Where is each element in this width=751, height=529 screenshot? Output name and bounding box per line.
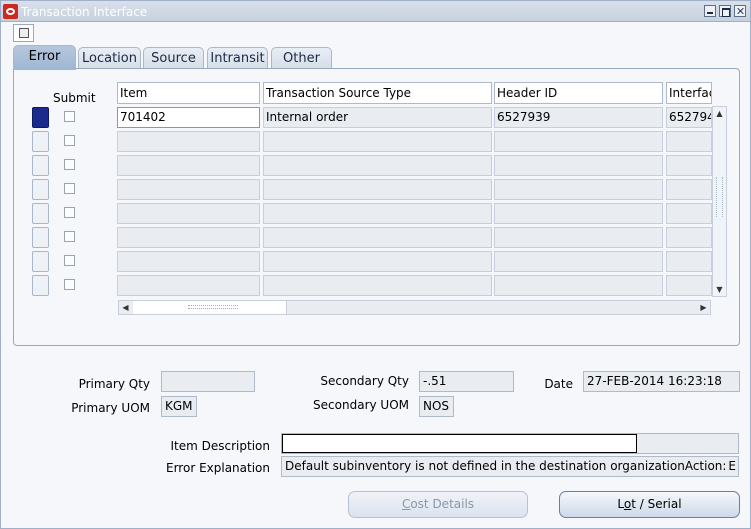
header-id-cell[interactable] xyxy=(494,251,663,272)
tab-location[interactable]: Location xyxy=(78,47,141,69)
secondary-qty-field[interactable]: -.51 xyxy=(419,371,514,392)
row-selector[interactable] xyxy=(32,203,49,224)
submit-checkbox[interactable] xyxy=(64,255,75,266)
interface-id-cell[interactable] xyxy=(666,203,712,224)
grip-icon xyxy=(188,305,238,309)
interface-id-cell[interactable] xyxy=(666,131,712,152)
scroll-thumb[interactable] xyxy=(716,177,723,217)
primary-uom-field[interactable]: KGM xyxy=(161,396,197,417)
horizontal-scrollbar[interactable]: ◀ ▶ xyxy=(118,300,711,315)
date-field[interactable]: 27-FEB-2014 16:23:18 xyxy=(583,371,740,392)
source-type-cell[interactable] xyxy=(263,155,492,176)
primary-qty-field[interactable] xyxy=(161,371,255,392)
interface-id-cell[interactable] xyxy=(666,275,712,296)
row-selector[interactable] xyxy=(32,179,49,200)
row-selector[interactable] xyxy=(32,131,49,152)
interface-id-cell[interactable] xyxy=(666,227,712,248)
scroll-thumb[interactable] xyxy=(133,301,287,314)
header-id-cell[interactable] xyxy=(494,179,663,200)
lot-serial-label-post: t / Serial xyxy=(631,497,682,511)
interface-id-cell[interactable]: 6527942 xyxy=(666,107,712,128)
scroll-left-icon[interactable]: ◀ xyxy=(119,301,132,314)
title-bar[interactable]: Transaction Interface xyxy=(1,1,750,22)
item-description-field[interactable] xyxy=(281,433,739,454)
error-explanation-field[interactable]: Default subinventory is not defined in t… xyxy=(281,456,739,477)
submit-checkbox[interactable] xyxy=(64,111,75,122)
submit-column-header: Submit xyxy=(53,91,96,105)
source-type-cell[interactable]: Internal order xyxy=(263,107,492,128)
item-cell[interactable] xyxy=(117,179,260,200)
row-selector[interactable] xyxy=(32,227,49,248)
item-cell[interactable] xyxy=(117,155,260,176)
item-cell[interactable] xyxy=(117,131,260,152)
error-explanation-label: Error Explanation xyxy=(166,461,270,475)
interface-id-cell[interactable] xyxy=(666,251,712,272)
submit-checkbox[interactable] xyxy=(64,135,75,146)
source-type-cell[interactable] xyxy=(263,227,492,248)
column-header-interface-id: Interfac xyxy=(666,82,712,104)
scroll-up-icon[interactable]: ▲ xyxy=(713,107,726,120)
primary-qty-label: Primary Qty xyxy=(78,377,150,391)
row-selector[interactable] xyxy=(32,275,49,296)
row-selector[interactable] xyxy=(32,107,49,128)
transaction-interface-window: Transaction Interface Error Location Sou… xyxy=(0,0,751,529)
scroll-right-icon[interactable]: ▶ xyxy=(697,301,710,314)
item-cell[interactable] xyxy=(117,275,260,296)
header-id-cell[interactable] xyxy=(494,203,663,224)
header-id-cell[interactable] xyxy=(494,275,663,296)
source-type-cell[interactable] xyxy=(263,251,492,272)
scroll-down-icon[interactable]: ▼ xyxy=(713,283,726,296)
submit-checkbox[interactable] xyxy=(64,183,75,194)
window-title: Transaction Interface xyxy=(21,5,148,19)
secondary-qty-label: Secondary Qty xyxy=(320,374,409,388)
minimize-icon[interactable] xyxy=(704,5,716,17)
date-label: Date xyxy=(544,377,573,391)
header-id-cell[interactable]: 6527939 xyxy=(494,107,663,128)
column-header-header-id: Header ID xyxy=(494,82,663,104)
error-explanation-overflow: E xyxy=(728,459,736,473)
oracle-logo-icon xyxy=(3,4,18,19)
source-type-cell[interactable] xyxy=(263,275,492,296)
source-type-cell[interactable] xyxy=(263,203,492,224)
column-header-item: Item xyxy=(117,82,260,104)
row-selector[interactable] xyxy=(32,251,49,272)
row-selector[interactable] xyxy=(32,155,49,176)
item-cell[interactable]: 701402 xyxy=(117,107,260,128)
secondary-uom-label: Secondary UOM xyxy=(313,398,409,412)
column-header-source-type: Transaction Source Type xyxy=(263,82,492,104)
secondary-uom-field[interactable]: NOS xyxy=(419,396,454,417)
tab-source[interactable]: Source xyxy=(143,47,204,69)
primary-uom-label: Primary UOM xyxy=(71,401,150,415)
tab-other[interactable]: Other xyxy=(271,47,332,69)
source-type-cell[interactable] xyxy=(263,179,492,200)
header-id-cell[interactable] xyxy=(494,155,663,176)
submit-checkbox[interactable] xyxy=(64,207,75,218)
cost-details-label-post: ost Details xyxy=(410,497,475,511)
source-type-cell[interactable] xyxy=(263,131,492,152)
item-description-label: Item Description xyxy=(170,439,270,453)
interface-id-cell[interactable] xyxy=(666,155,712,176)
error-explanation-text: Default subinventory is not defined in t… xyxy=(285,459,727,473)
item-cell[interactable] xyxy=(117,227,260,248)
header-id-cell[interactable] xyxy=(494,131,663,152)
submit-checkbox[interactable] xyxy=(64,279,75,290)
tab-intransit[interactable]: Intransit xyxy=(207,47,268,69)
interface-id-cell[interactable] xyxy=(666,179,712,200)
item-description-input[interactable] xyxy=(282,434,637,453)
folder-icon xyxy=(19,28,29,38)
header-id-cell[interactable] xyxy=(494,227,663,248)
lot-serial-button[interactable]: Lot / Serial xyxy=(559,491,740,518)
cost-details-button[interactable]: Cost Details xyxy=(348,491,528,518)
submit-checkbox[interactable] xyxy=(64,159,75,170)
item-cell[interactable] xyxy=(117,203,260,224)
close-icon[interactable] xyxy=(734,5,746,17)
item-cell[interactable] xyxy=(117,251,260,272)
submit-checkbox[interactable] xyxy=(64,231,75,242)
vertical-scrollbar[interactable]: ▲ ▼ xyxy=(712,106,727,297)
tab-error[interactable]: Error xyxy=(13,45,76,70)
folder-tools-button[interactable] xyxy=(13,24,34,42)
maximize-icon[interactable] xyxy=(719,5,731,17)
